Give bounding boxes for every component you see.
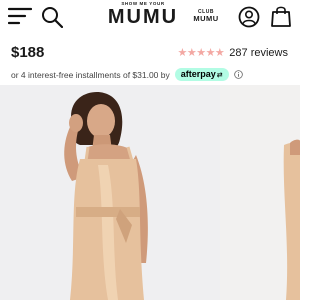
product-rating[interactable]: ★★★★★ 287 reviews [177,46,288,60]
reviews-count-link[interactable]: 287 reviews [229,47,288,59]
product-photo-next[interactable] [220,85,300,300]
afterpay-badge[interactable]: afterpay⇄ [174,68,229,81]
installments-text: or 4 interest-free installments of $31.0… [11,69,170,80]
club-brand: MUMU [193,14,219,23]
brand-logo[interactable]: SHOW ME YOUR MUMU [103,1,183,27]
shopping-bag-icon[interactable] [270,5,292,28]
account-icon[interactable] [238,6,260,28]
search-icon[interactable] [41,6,63,28]
rating-stars: ★★★★★ [177,47,225,59]
club-mumu-link[interactable]: CLUB MUMU [191,9,221,23]
product-price: $188 [11,44,45,61]
afterpay-arrows-icon: ⇄ [216,72,223,79]
product-photo-main[interactable] [0,85,214,300]
product-image-gallery[interactable] [0,85,300,300]
info-icon[interactable] [233,70,243,79]
afterpay-wordmark: afterpay [180,69,216,79]
installments-info: or 4 interest-free installments of $31.0… [11,68,243,81]
site-header: SHOW ME YOUR MUMU CLUB MUMU [0,0,300,34]
logo-wordmark: MUMU [107,6,179,28]
menu-icon[interactable] [8,6,32,26]
